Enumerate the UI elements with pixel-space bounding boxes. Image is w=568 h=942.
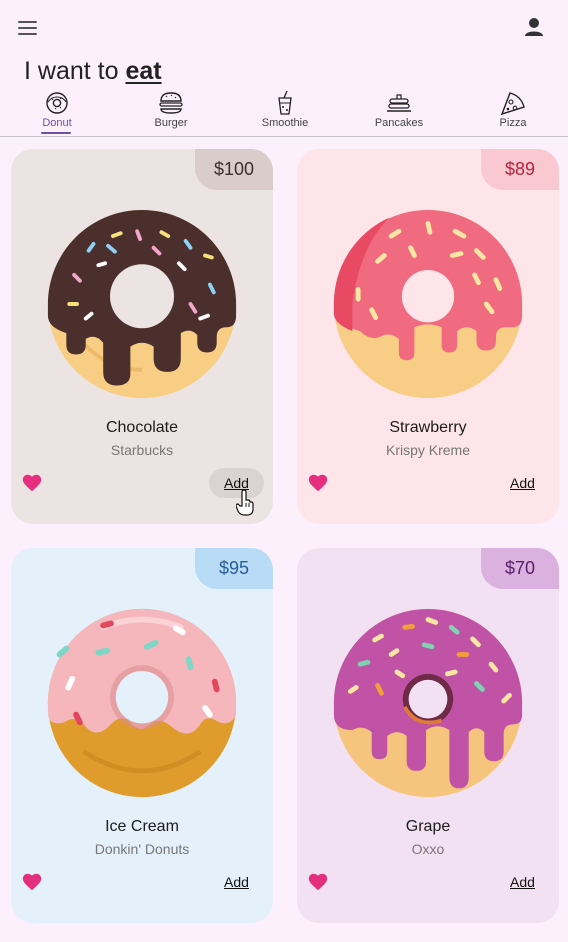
price-tag: $70 [481,548,559,589]
headline-emphasis: eat [125,57,162,85]
tab-donut[interactable]: Donut [0,88,114,136]
strawberry-donut-image [333,209,523,399]
tab-label: Smoothie [261,117,309,129]
tab-burger[interactable]: Burger [114,88,228,136]
tab-smoothie[interactable]: Smoothie [228,88,342,136]
heart-icon[interactable] [21,472,43,494]
pancakes-icon [387,94,411,112]
burger-icon [159,92,183,114]
donut-icon [46,92,68,114]
menu-icon[interactable] [14,14,42,42]
heart-icon[interactable] [307,871,329,893]
add-button[interactable]: Add [209,867,264,897]
product-name: Strawberry [389,419,467,436]
product-brand: Donkin' Donuts [94,841,190,857]
price-tag: $100 [195,149,273,190]
add-button[interactable]: Add [495,867,550,897]
tab-label: Donut [42,117,72,129]
tab-label: Pizza [499,117,527,129]
tab-label: Pancakes [374,117,424,129]
heart-icon[interactable] [21,871,43,893]
add-button[interactable]: Add [495,468,550,498]
price-tag: $89 [481,149,559,190]
price-tag: $95 [195,548,273,589]
page-title: I want to eat [24,57,162,85]
product-brand: Krispy Kreme [385,442,471,458]
add-button[interactable]: Add [209,468,264,498]
tab-pancakes[interactable]: Pancakes [342,88,456,136]
app-bar [0,0,568,56]
product-name: Grape [405,818,451,835]
product-card[interactable]: $89 Strawberry Krispy Kreme Add [297,149,559,524]
product-card[interactable]: $100 Chocolate Starbucks Add [11,149,273,524]
tab-label: Burger [154,117,188,129]
active-tab-indicator [41,132,71,134]
product-name: Ice Cream [105,818,179,835]
pizza-icon [500,92,525,116]
category-tabs: Donut Burger Smoothie Pancakes Pizza [0,88,568,137]
heart-icon[interactable] [307,472,329,494]
smoothie-icon [278,90,292,115]
ice-cream-donut-image [47,608,237,798]
product-brand: Oxxo [411,841,445,857]
profile-icon[interactable] [520,13,548,41]
product-name: Chocolate [105,419,179,436]
product-card[interactable]: $70 Grape Oxxo Add [297,548,559,923]
tab-pizza[interactable]: Pizza [456,88,568,136]
grape-donut-image [333,608,523,798]
product-brand: Starbucks [110,442,174,458]
product-card[interactable]: $95 Ice Cream Donkin' Donuts Add [11,548,273,923]
chocolate-donut-image [47,209,237,399]
